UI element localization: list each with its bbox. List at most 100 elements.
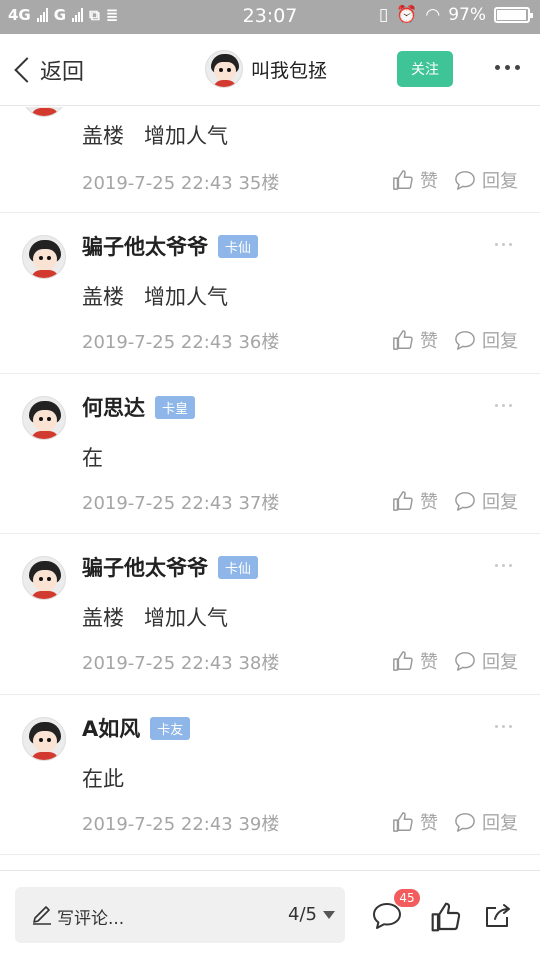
- reply-button[interactable]: 回复: [454, 167, 518, 193]
- user-name: A如风: [82, 717, 141, 741]
- avatar[interactable]: [22, 717, 66, 761]
- like-button[interactable]: 赞: [392, 167, 438, 193]
- reply-list[interactable]: 盖楼 增加人气 2019-7-25 22:43 35楼 赞 回复 骗子他太爷爷 …: [0, 107, 540, 870]
- like-label: 赞: [420, 171, 438, 192]
- post-content: 盖楼 增加人气: [82, 285, 229, 309]
- like-label: 赞: [420, 652, 438, 673]
- list-item: 骗子他太爷爷 卡仙 盖楼 增加人气 2019-7-25 22:43 36楼 赞 …: [0, 213, 540, 374]
- post-more-icon[interactable]: [495, 243, 512, 246]
- like-button[interactable]: 赞: [392, 327, 438, 353]
- post-content: 在: [82, 446, 103, 470]
- vibrate-icon: ▯: [378, 5, 389, 25]
- post-user[interactable]: 骗子他太爷爷 卡仙: [82, 231, 259, 261]
- post-floor: 39楼: [238, 814, 280, 835]
- back-label: 返回: [40, 60, 85, 85]
- comment-icon: [455, 492, 475, 511]
- reply-label: 回复: [482, 813, 518, 834]
- post-date: 2019-7-25 22:43: [82, 653, 233, 674]
- reply-button[interactable]: 回复: [454, 809, 518, 835]
- post-more-icon[interactable]: [495, 564, 512, 567]
- bottom-bar: 写评论... 4/5 45: [0, 870, 540, 960]
- level-badge: 卡皇: [155, 395, 196, 419]
- post-more-icon[interactable]: [495, 725, 512, 728]
- list-item: 何思达 卡皇 在 2019-7-25 22:43 37楼 赞 回复: [0, 374, 540, 534]
- like-button[interactable]: 赞: [392, 648, 438, 674]
- comment-count-badge: 45: [394, 889, 420, 907]
- page-indicator-label: 4/5: [288, 904, 317, 925]
- thumbs-up-icon: [393, 812, 413, 832]
- post-meta: 2019-7-25 22:43 37楼: [82, 489, 279, 515]
- comment-input[interactable]: 写评论... 4/5: [15, 887, 345, 943]
- caret-down-icon: [323, 910, 335, 919]
- user-name: 骗子他太爷爷: [82, 235, 208, 259]
- post-meta: 2019-7-25 22:43 36楼: [82, 328, 279, 354]
- more-icon[interactable]: [495, 65, 520, 70]
- post-date: 2019-7-25 22:43: [82, 332, 233, 353]
- post-meta: 2019-7-25 22:43 35楼: [82, 169, 279, 195]
- like-label: 赞: [420, 813, 438, 834]
- thumbs-up-icon: [393, 491, 413, 511]
- post-floor: 37楼: [238, 493, 280, 514]
- like-button[interactable]: 赞: [392, 488, 438, 514]
- list-item: A如风 卡友 在此 2019-7-25 22:43 39楼 赞 回复: [0, 695, 540, 855]
- post-user[interactable]: A如风 卡友: [82, 713, 191, 743]
- thumbs-up-icon: [393, 330, 413, 350]
- avatar[interactable]: [22, 556, 66, 600]
- user-name: 何思达: [82, 396, 145, 420]
- battery-fill: [497, 10, 526, 20]
- post-actions: 赞 回复: [392, 167, 518, 193]
- alarm-icon: ⏰: [396, 5, 418, 25]
- post-content: 在此: [82, 767, 124, 791]
- avatar[interactable]: [22, 235, 66, 279]
- avatar[interactable]: [205, 50, 243, 88]
- post-meta: 2019-7-25 22:43 38楼: [82, 649, 279, 675]
- post-floor: 36楼: [238, 332, 280, 353]
- comment-icon: [455, 171, 475, 190]
- post-date: 2019-7-25 22:43: [82, 814, 233, 835]
- nav-user-name: 叫我包拯: [251, 59, 328, 82]
- reply-label: 回复: [482, 331, 518, 352]
- like-label: 赞: [420, 492, 438, 513]
- back-chevron-icon: [14, 57, 40, 83]
- post-floor: 38楼: [238, 653, 280, 674]
- pen-icon: [33, 906, 51, 925]
- thumbs-up-icon: [393, 170, 413, 190]
- avatar[interactable]: [22, 107, 66, 117]
- post-content: 盖楼 增加人气: [82, 124, 229, 148]
- post-actions: 赞 回复: [392, 809, 518, 835]
- back-button[interactable]: 返回: [10, 54, 84, 86]
- post-meta: 2019-7-25 22:43 39楼: [82, 810, 279, 836]
- page-indicator[interactable]: 4/5: [288, 904, 335, 925]
- nav-user[interactable]: 叫我包拯: [205, 50, 327, 88]
- post-user[interactable]: 何思达 卡皇: [82, 392, 196, 422]
- post-user[interactable]: 骗子他太爷爷 卡仙: [82, 552, 259, 582]
- reply-label: 回复: [482, 492, 518, 513]
- reply-button[interactable]: 回复: [454, 488, 518, 514]
- reply-button[interactable]: 回复: [454, 327, 518, 353]
- post-actions: 赞 回复: [392, 488, 518, 514]
- post-more-icon[interactable]: [495, 404, 512, 407]
- reply-label: 回复: [482, 652, 518, 673]
- follow-button[interactable]: 关注: [397, 51, 453, 87]
- battery-percent: 97%: [448, 5, 486, 25]
- comment-icon: [455, 813, 475, 832]
- status-bar: 4G G ⧉ ≣ 23:07 ▯ ⏰ ◠ 97%: [0, 0, 540, 34]
- status-right: ▯ ⏰ ◠ 97%: [378, 5, 533, 25]
- reply-label: 回复: [482, 171, 518, 192]
- battery-icon: [494, 7, 533, 23]
- post-date: 2019-7-25 22:43: [82, 173, 233, 194]
- thumbs-up-icon[interactable]: [430, 901, 462, 933]
- like-button[interactable]: 赞: [392, 809, 438, 835]
- level-badge: 卡仙: [218, 234, 259, 258]
- post-actions: 赞 回复: [392, 648, 518, 674]
- post-date: 2019-7-25 22:43: [82, 493, 233, 514]
- post-content: 盖楼 增加人气: [82, 606, 229, 630]
- post-actions: 赞 回复: [392, 327, 518, 353]
- avatar[interactable]: [22, 396, 66, 440]
- share-icon[interactable]: [483, 901, 513, 931]
- wifi-icon: ◠: [425, 5, 441, 25]
- post-floor: 35楼: [238, 173, 280, 194]
- comment-icon: [455, 652, 475, 671]
- list-item: 骗子他太爷爷 卡仙 盖楼 增加人气 2019-7-25 22:43 38楼 赞 …: [0, 534, 540, 695]
- reply-button[interactable]: 回复: [454, 648, 518, 674]
